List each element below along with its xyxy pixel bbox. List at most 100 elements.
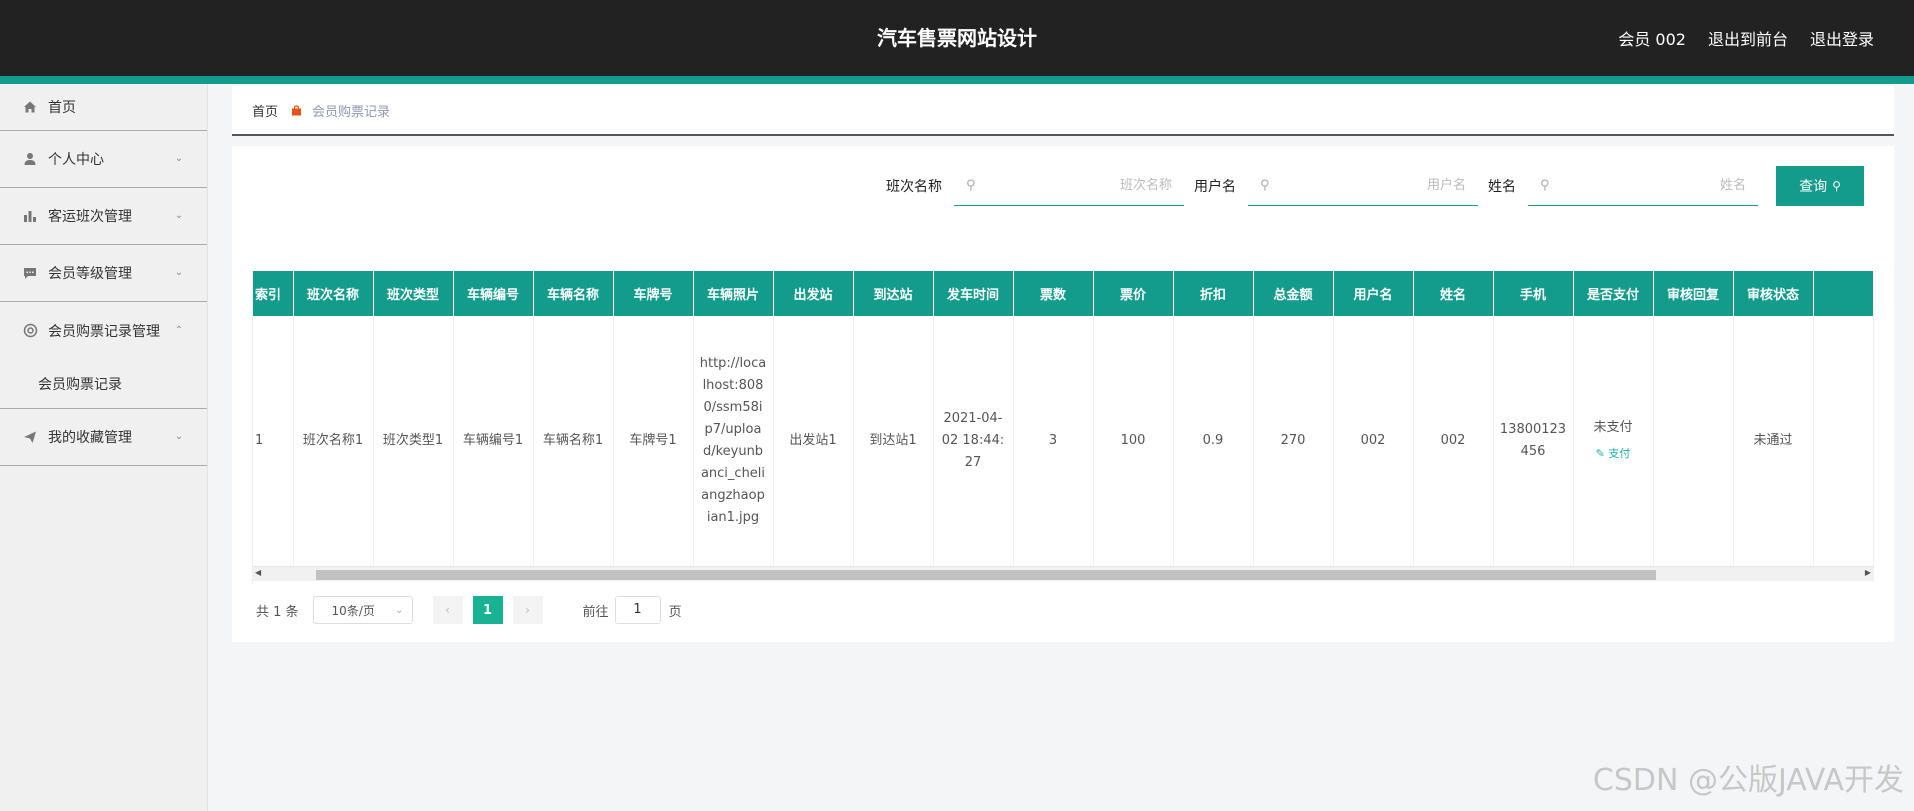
column-header: 姓名: [1413, 271, 1494, 316]
column-header: 车辆照片: [693, 271, 774, 316]
search-input-banci[interactable]: [975, 178, 1172, 193]
scroll-right-icon[interactable]: ▶: [1865, 568, 1871, 577]
page-size-select[interactable]: 10条/页 ⌄: [312, 596, 413, 624]
cell-reply: [1653, 316, 1734, 566]
sidebar-item-home[interactable]: 首页: [0, 84, 207, 131]
bar-chart-icon: [22, 208, 38, 224]
search-icon: ⚲: [1832, 179, 1841, 193]
edit-icon: ✎: [1595, 447, 1605, 460]
column-header: 车牌号: [613, 271, 694, 316]
search-field-banci: ⚲: [954, 166, 1184, 206]
cell-paid: 未支付 ✎ 支付: [1573, 316, 1654, 566]
chevron-down-icon: ⌄: [174, 210, 184, 221]
cell-name: 002: [1413, 316, 1494, 566]
pagination: 共 1 条 10条/页 ⌄ ‹ 1 › 前往 1 页: [256, 596, 682, 624]
cell-phone: 13800123456: [1493, 316, 1574, 566]
column-header-actions: [1813, 271, 1874, 316]
cell-depart-time: 2021-04-02 18:44:27: [933, 316, 1014, 566]
sidebar-item-label: 会员等级管理: [48, 266, 132, 282]
query-button[interactable]: 查询 ⚲: [1776, 166, 1864, 206]
column-header: 折扣: [1173, 271, 1254, 316]
sidebar-item-ticket-records-management[interactable]: 会员购票记录管理 ⌃: [0, 302, 207, 359]
breadcrumb-home[interactable]: 首页: [252, 101, 278, 120]
table-row: 1 班次名称1 班次类型1 车辆编号1 车辆名称1 车牌号1 http://lo…: [253, 316, 1874, 566]
table-header-row: 索引 班次名称 班次类型 车辆编号 车辆名称 车牌号 车辆照片 出发站 到达站 …: [253, 271, 1874, 316]
prev-page-button[interactable]: ‹: [432, 596, 463, 624]
chevron-right-icon: ›: [525, 603, 530, 617]
home-icon: [22, 99, 38, 115]
column-header: 索引: [253, 271, 294, 316]
next-page-button[interactable]: ›: [512, 596, 543, 624]
chevron-down-icon: ⌄: [174, 153, 184, 164]
column-header: 审核状态: [1733, 271, 1814, 316]
cell-vehicle-no: 车辆编号1: [453, 316, 534, 566]
search-icon: ⚲: [1260, 178, 1270, 193]
cell-tickets: 3: [1013, 316, 1094, 566]
chevron-down-icon: ⌄: [395, 604, 404, 616]
sidebar-item-profile[interactable]: 个人中心 ⌄: [0, 131, 207, 188]
sidebar-item-label: 会员购票记录管理: [48, 323, 160, 340]
search-label-banci: 班次名称: [886, 179, 942, 195]
column-header: 用户名: [1333, 271, 1414, 316]
goto-label: 前往: [582, 604, 609, 620]
cell-discount: 0.9: [1173, 316, 1254, 566]
cell-vehicle-name: 车辆名称1: [533, 316, 614, 566]
column-header: 票价: [1093, 271, 1174, 316]
goto-page-input[interactable]: 1: [614, 596, 661, 624]
column-header: 车辆名称: [533, 271, 614, 316]
column-header: 票数: [1013, 271, 1094, 316]
member-account-link[interactable]: 会员 002: [1618, 26, 1686, 50]
sidebar-item-schedule-management[interactable]: 客运班次管理 ⌄: [0, 188, 207, 245]
search-label-username: 用户名: [1194, 179, 1236, 195]
query-button-label: 查询: [1799, 179, 1828, 195]
paid-status: 未支付: [1593, 420, 1633, 435]
search-input-username[interactable]: [1269, 178, 1466, 193]
sidebar-subitem-ticket-records[interactable]: 会员购票记录: [0, 359, 207, 409]
column-header: 是否支付: [1573, 271, 1654, 316]
chat-icon: [22, 265, 38, 281]
pagination-total: 共 1 条: [256, 604, 299, 620]
cell-status: 未通过: [1733, 316, 1814, 566]
records-table: 索引 班次名称 班次类型 车辆编号 车辆名称 车牌号 车辆照片 出发站 到达站 …: [253, 271, 1874, 566]
cell-photo: http://localhost:8080/ssm58ip7/upload/ke…: [693, 316, 774, 566]
column-header: 班次名称: [293, 271, 374, 316]
column-header: 总金额: [1253, 271, 1334, 316]
cell-username: 002: [1333, 316, 1414, 566]
sidebar-item-favorites[interactable]: 我的收藏管理 ⌄: [0, 409, 207, 466]
cell-total: 270: [1253, 316, 1334, 566]
pay-button-label: 支付: [1608, 447, 1631, 460]
horizontal-scrollbar[interactable]: ◀ ▶: [252, 566, 1874, 581]
sidebar: 首页 个人中心 ⌄ 客运班次管理 ⌄ 会员等级管理 ⌄ 会员购票记录管理 ⌃ 会…: [0, 84, 208, 811]
bag-icon: [290, 104, 302, 116]
pay-button[interactable]: ✎ 支付: [1580, 443, 1647, 465]
cell-price: 100: [1093, 316, 1174, 566]
cell-index: 1: [253, 316, 294, 566]
search-icon: ⚲: [1540, 178, 1550, 193]
sidebar-item-label: 客运班次管理: [48, 209, 132, 225]
sidebar-item-label: 首页: [48, 100, 76, 116]
scrollbar-thumb[interactable]: [316, 570, 1656, 580]
column-header: 出发站: [773, 271, 854, 316]
cell-actions: [1813, 316, 1874, 566]
sidebar-item-member-level[interactable]: 会员等级管理 ⌄: [0, 245, 207, 302]
logout-link[interactable]: 退出登录: [1810, 26, 1874, 50]
records-table-container: 索引 班次名称 班次类型 车辆编号 车辆名称 车牌号 车辆照片 出发站 到达站 …: [252, 271, 1874, 584]
search-field-username: ⚲: [1248, 166, 1478, 206]
page-number-current[interactable]: 1: [472, 596, 503, 624]
sidebar-item-label: 我的收藏管理: [48, 430, 132, 446]
column-header: 车辆编号: [453, 271, 534, 316]
scroll-left-icon[interactable]: ◀: [255, 568, 261, 577]
page-suffix: 页: [668, 604, 682, 620]
back-to-frontend-link[interactable]: 退出到前台: [1708, 26, 1788, 50]
chevron-down-icon: ⌄: [174, 267, 184, 278]
main-content-card: 班次名称 ⚲ 用户名 ⚲ 姓名 ⚲ 查询 ⚲: [232, 146, 1894, 642]
chevron-left-icon: ‹: [445, 603, 450, 617]
send-icon: [22, 429, 38, 445]
search-icon: ⚲: [966, 178, 976, 193]
search-input-name[interactable]: [1549, 178, 1746, 193]
search-field-name: ⚲: [1528, 166, 1758, 206]
search-bar: 班次名称 ⚲ 用户名 ⚲ 姓名 ⚲ 查询 ⚲: [886, 166, 1864, 206]
column-header: 手机: [1493, 271, 1574, 316]
breadcrumb: 首页 会员购票记录: [232, 86, 1894, 136]
breadcrumb-current: 会员购票记录: [312, 104, 391, 120]
